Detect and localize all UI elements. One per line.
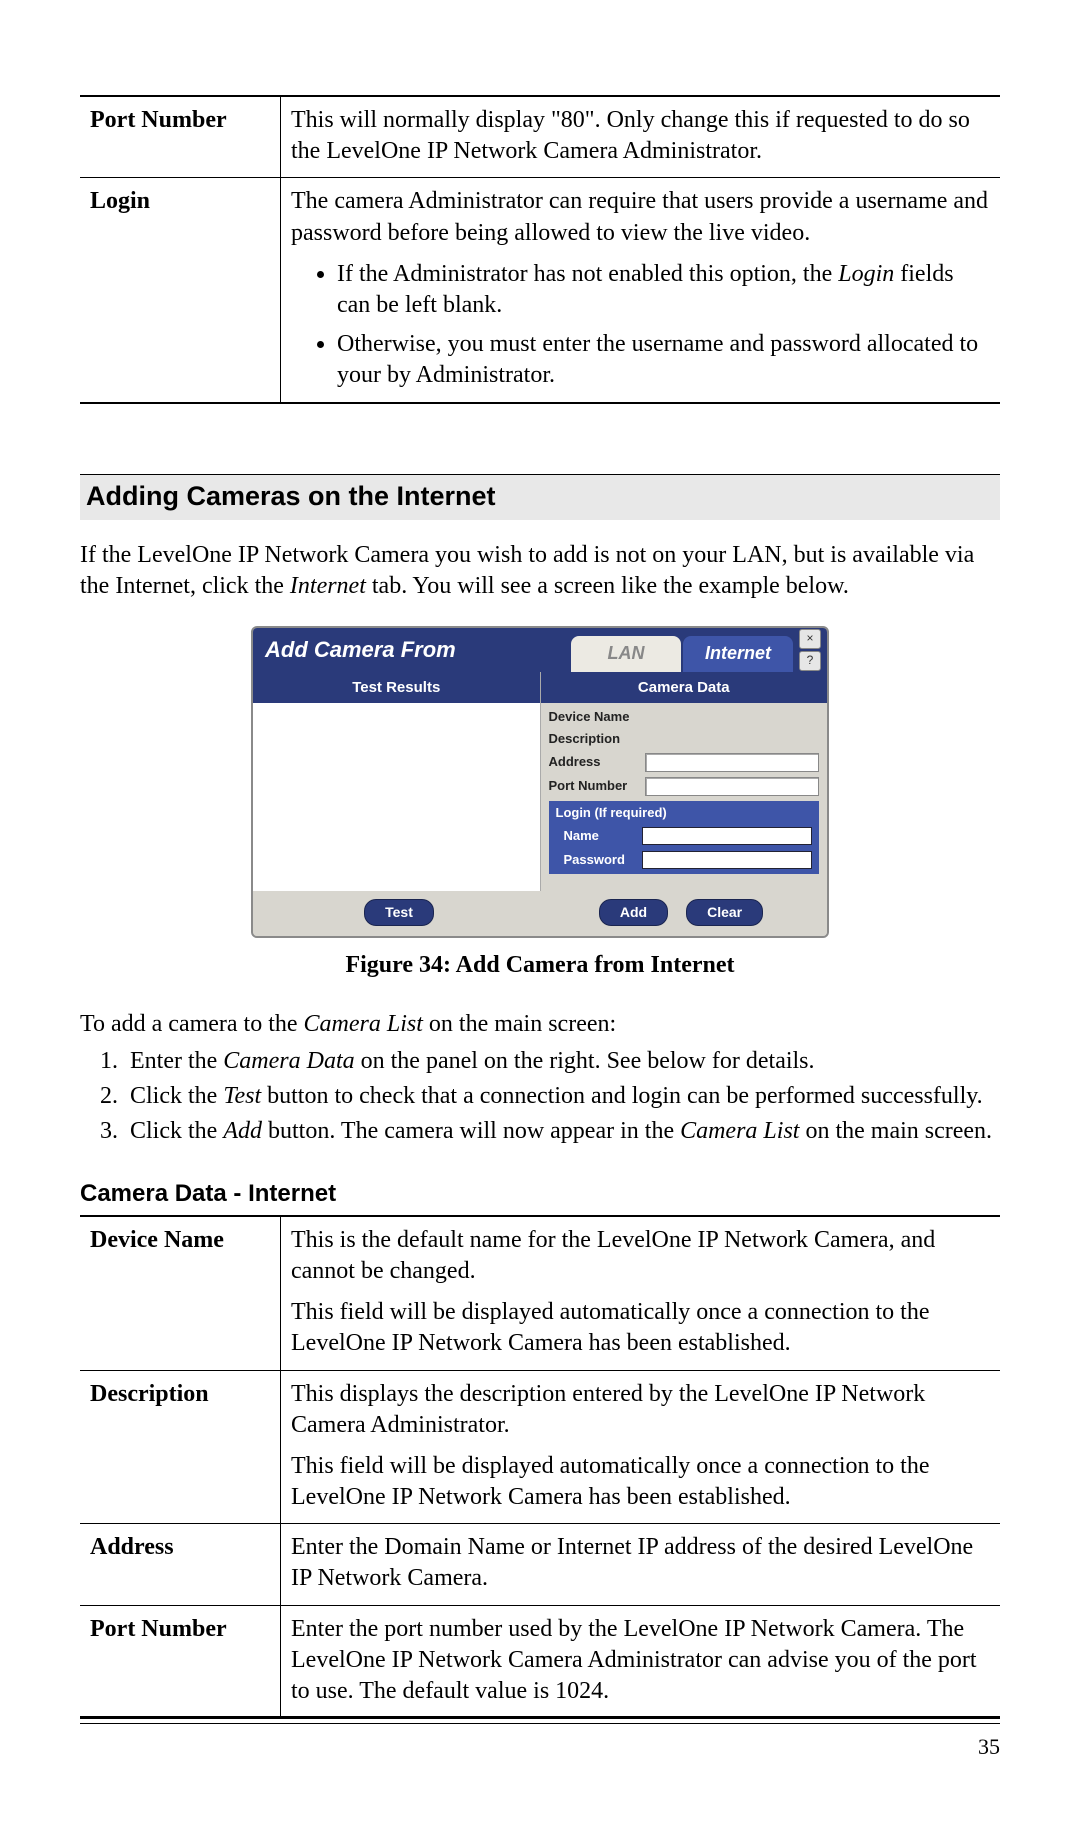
figure-caption: Figure 34: Add Camera from Internet — [80, 950, 1000, 981]
login-name-input[interactable] — [642, 827, 813, 845]
clear-button[interactable]: Clear — [686, 899, 763, 925]
row-desc: Enter the Domain Name or Internet IP add… — [281, 1524, 1001, 1605]
row-label: Address — [80, 1524, 281, 1605]
table-row: Address Enter the Domain Name or Interne… — [80, 1524, 1000, 1605]
bullet-item: Otherwise, you must enter the username a… — [337, 329, 990, 391]
table-row: Description This displays the descriptio… — [80, 1370, 1000, 1524]
step-item: Click the Add button. The camera will no… — [124, 1116, 1000, 1147]
address-input[interactable] — [645, 753, 820, 772]
dialog-title-text: Add Camera From — [265, 636, 456, 665]
login-password-input[interactable] — [642, 851, 813, 869]
row-desc: Enter the port number used by the LevelO… — [281, 1605, 1001, 1718]
page-number: 35 — [978, 1733, 1000, 1762]
step-item: Enter the Camera Data on the panel on th… — [124, 1046, 1000, 1077]
row-label: Description — [80, 1370, 281, 1524]
dialog-titlebar: Add Camera From LAN Internet × ? — [253, 628, 827, 672]
field-address: Address — [549, 753, 820, 772]
footer-rule — [80, 1716, 1000, 1724]
row-desc: This will normally display "80". Only ch… — [281, 96, 1001, 178]
tab-group: LAN Internet — [571, 636, 795, 672]
row-desc: This is the default name for the LevelOn… — [281, 1216, 1001, 1370]
row-label: Port Number — [80, 96, 281, 178]
document-page: Port Number This will normally display "… — [0, 0, 1080, 1822]
row-label: Port Number — [80, 1605, 281, 1718]
column-header: Test Results — [253, 672, 540, 704]
port-input[interactable] — [645, 777, 820, 796]
close-icon[interactable]: × — [799, 629, 821, 649]
column-camera-data: Camera Data Device Name Description Addr… — [541, 672, 828, 892]
row-desc: This displays the description entered by… — [281, 1370, 1001, 1524]
column-test-results: Test Results — [253, 672, 541, 892]
table-row: Port Number This will normally display "… — [80, 96, 1000, 178]
row-label: Device Name — [80, 1216, 281, 1370]
login-block: Login (If required) Name Password — [549, 801, 820, 874]
bullet-list: If the Administrator has not enabled thi… — [291, 259, 990, 392]
window-controls: × ? — [799, 629, 823, 671]
dialog-footer: Test Add Clear — [253, 891, 827, 935]
column-header: Camera Data — [541, 672, 828, 704]
field-device-name: Device Name — [549, 709, 820, 726]
table-row: Device Name This is the default name for… — [80, 1216, 1000, 1370]
table-row: Login The camera Administrator can requi… — [80, 178, 1000, 403]
tab-lan[interactable]: LAN — [571, 636, 681, 672]
field-port-number: Port Number — [549, 777, 820, 796]
test-button[interactable]: Test — [364, 899, 434, 925]
table-row: Port Number Enter the port number used b… — [80, 1605, 1000, 1718]
login-name-row: Name — [550, 825, 819, 849]
row-desc: The camera Administrator can require tha… — [281, 178, 1001, 403]
table-camera-data-internet: Device Name This is the default name for… — [80, 1215, 1000, 1719]
intro-paragraph: If the LevelOne IP Network Camera you wi… — [80, 540, 1000, 602]
add-camera-dialog: Add Camera From LAN Internet × ? Test Re… — [251, 626, 829, 938]
test-results-area — [253, 703, 540, 891]
steps-list: Enter the Camera Data on the panel on th… — [80, 1046, 1000, 1148]
login-password-row: Password — [550, 849, 819, 873]
section-heading: Adding Cameras on the Internet — [80, 474, 1000, 520]
tab-internet[interactable]: Internet — [683, 636, 793, 672]
table-port-login: Port Number This will normally display "… — [80, 95, 1000, 404]
add-button[interactable]: Add — [599, 899, 668, 925]
to-add-intro: To add a camera to the Camera List on th… — [80, 1009, 1000, 1040]
bullet-item: If the Administrator has not enabled thi… — [337, 259, 990, 321]
row-label: Login — [80, 178, 281, 403]
dialog-figure: Add Camera From LAN Internet × ? Test Re… — [80, 626, 1000, 938]
step-item: Click the Test button to check that a co… — [124, 1081, 1000, 1112]
help-icon[interactable]: ? — [799, 651, 821, 671]
field-description: Description — [549, 731, 820, 748]
sub-heading-camera-data: Camera Data - Internet — [80, 1178, 1000, 1209]
